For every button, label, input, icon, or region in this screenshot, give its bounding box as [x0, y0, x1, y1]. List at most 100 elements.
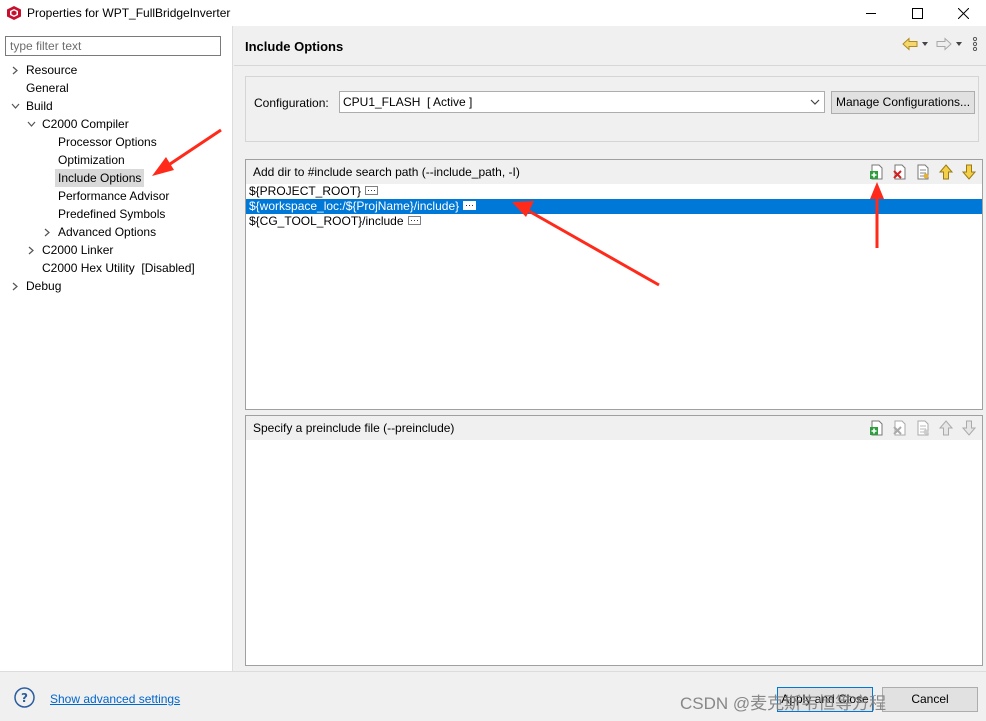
include-path-panel: Add dir to #include search path (--inclu… — [245, 159, 983, 410]
ellipsis-icon[interactable] — [407, 216, 421, 226]
move-down-icon — [961, 420, 977, 436]
tree-item-label: Advanced Options — [58, 225, 157, 239]
preinclude-toolbar — [868, 419, 978, 437]
ellipsis-icon[interactable] — [365, 186, 379, 196]
tree-item-label: Performance Advisor — [58, 189, 170, 203]
maximize-button[interactable] — [894, 0, 940, 26]
add-icon — [870, 164, 883, 180]
manage-configurations-button[interactable]: Manage Configurations... — [831, 91, 975, 114]
tree-item-c2000-compiler[interactable]: C2000 Compiler — [0, 115, 233, 133]
move-up-icon — [938, 164, 954, 180]
forward-dropdown-icon[interactable] — [954, 39, 964, 49]
configuration-select[interactable]: CPU1_FLASH [ Active ] — [339, 91, 825, 113]
minimize-icon — [865, 12, 876, 14]
tree-item-performance-advisor[interactable]: Performance Advisor — [0, 187, 233, 205]
title-bar: Properties for WPT_FullBridgeInverter — [0, 0, 986, 26]
property-tree: Resource General Build C2000 Compiler Pr… — [0, 61, 233, 295]
include-path-header: Add dir to #include search path (--inclu… — [246, 160, 982, 184]
move-up-icon — [938, 420, 954, 436]
tree-item-label: Optimization — [58, 153, 125, 167]
back-arrow-icon[interactable] — [902, 37, 918, 51]
configuration-group: Configuration: CPU1_FLASH [ Active ] Man… — [245, 76, 979, 142]
tree-item-label: Processor Options — [58, 135, 157, 149]
property-page: Include Options Configuration: CPU1_FLAS… — [234, 26, 986, 671]
tree-item-label: C2000 Linker — [42, 243, 114, 257]
tree-item-advanced-options[interactable]: Advanced Options — [0, 223, 233, 241]
tree-item-include-options[interactable]: Include Options — [0, 169, 233, 187]
move-down-button[interactable] — [960, 419, 978, 437]
include-path-label: Add dir to #include search path (--inclu… — [253, 165, 520, 179]
dialog-footer: ? Show advanced settings Apply and Close… — [0, 671, 986, 721]
edit-icon — [917, 420, 929, 436]
move-up-button[interactable] — [937, 419, 955, 437]
tree-item-processor-options[interactable]: Processor Options — [0, 133, 233, 151]
tree-item-label: C2000 Hex Utility [Disabled] — [42, 261, 195, 275]
view-menu-icon[interactable] — [972, 37, 978, 51]
include-path-row[interactable]: ${PROJECT_ROOT} — [246, 184, 982, 199]
svg-text:?: ? — [21, 691, 28, 705]
add-icon — [870, 420, 883, 436]
delete-button[interactable] — [891, 419, 909, 437]
move-down-button[interactable] — [960, 163, 978, 181]
delete-button[interactable] — [891, 163, 909, 181]
tree-item-label: Debug — [26, 279, 62, 293]
preinclude-label: Specify a preinclude file (--preinclude) — [253, 421, 455, 435]
tree-item-predefined-symbols[interactable]: Predefined Symbols — [0, 205, 233, 223]
tree-item-label: Resource — [26, 63, 78, 77]
minimize-button[interactable] — [848, 0, 894, 26]
include-path-row[interactable]: ${CG_TOOL_ROOT}/include — [246, 214, 982, 229]
filter-input[interactable]: type filter text — [5, 36, 221, 56]
chevron-right-icon[interactable] — [26, 241, 36, 259]
page-header: Include Options — [234, 26, 986, 66]
tree-item-debug[interactable]: Debug — [0, 277, 233, 295]
chevron-right-icon[interactable] — [10, 277, 20, 295]
chevron-down-icon[interactable] — [10, 97, 20, 115]
configuration-value: CPU1_FLASH [ Active ] — [343, 95, 473, 109]
chevron-down-icon — [810, 92, 820, 112]
tree-item-optimization[interactable]: Optimization — [0, 151, 233, 169]
tree-item-general[interactable]: General — [0, 79, 233, 97]
show-advanced-settings-link[interactable]: Show advanced settings — [50, 692, 180, 706]
move-down-icon — [961, 164, 977, 180]
delete-icon — [893, 164, 906, 180]
forward-arrow-icon[interactable] — [936, 37, 952, 51]
watermark: CSDN @麦克斯韦恒等方程 — [680, 694, 887, 713]
add-button[interactable] — [868, 419, 886, 437]
tree-item-label: Predefined Symbols — [58, 207, 166, 221]
edit-button[interactable] — [914, 419, 932, 437]
close-button[interactable] — [940, 0, 986, 26]
maximize-icon — [911, 7, 923, 19]
tree-item-label: C2000 Compiler — [42, 117, 129, 131]
chevron-right-icon[interactable] — [10, 61, 20, 79]
chevron-right-icon[interactable] — [42, 223, 52, 241]
delete-icon — [893, 420, 906, 436]
history-nav — [902, 37, 978, 51]
window-title: Properties for WPT_FullBridgeInverter — [27, 6, 231, 20]
include-path-text: ${PROJECT_ROOT} — [249, 184, 362, 198]
tree-item-build[interactable]: Build — [0, 97, 233, 115]
include-path-row-selected[interactable]: ${workspace_loc:/${ProjName}/include} — [246, 199, 982, 214]
include-path-toolbar — [868, 163, 978, 181]
tree-item-label: Build — [26, 99, 53, 113]
edit-button[interactable] — [914, 163, 932, 181]
add-button[interactable] — [868, 163, 886, 181]
page-title: Include Options — [245, 39, 344, 54]
tree-item-label: General — [26, 81, 69, 95]
tree-item-resource[interactable]: Resource — [0, 61, 233, 79]
chevron-down-icon[interactable] — [26, 115, 36, 133]
ellipsis-icon[interactable] — [463, 201, 477, 211]
property-tree-pane: type filter text Resource General Build … — [0, 26, 233, 671]
tree-item-c2000-linker[interactable]: C2000 Linker — [0, 241, 233, 259]
tree-item-c2000-hex-utility[interactable]: C2000 Hex Utility [Disabled] — [0, 259, 233, 277]
preinclude-header: Specify a preinclude file (--preinclude) — [246, 416, 982, 440]
configuration-label: Configuration: — [254, 96, 329, 110]
move-up-button[interactable] — [937, 163, 955, 181]
edit-icon — [917, 164, 929, 180]
back-dropdown-icon[interactable] — [920, 39, 930, 49]
include-path-text: ${CG_TOOL_ROOT}/include — [249, 214, 404, 228]
cancel-button[interactable]: Cancel — [882, 687, 978, 712]
include-path-text: ${workspace_loc:/${ProjName}/include} — [249, 199, 460, 213]
preinclude-panel: Specify a preinclude file (--preinclude) — [245, 415, 983, 666]
help-icon[interactable]: ? — [14, 687, 35, 708]
tree-item-label: Include Options — [55, 169, 145, 187]
